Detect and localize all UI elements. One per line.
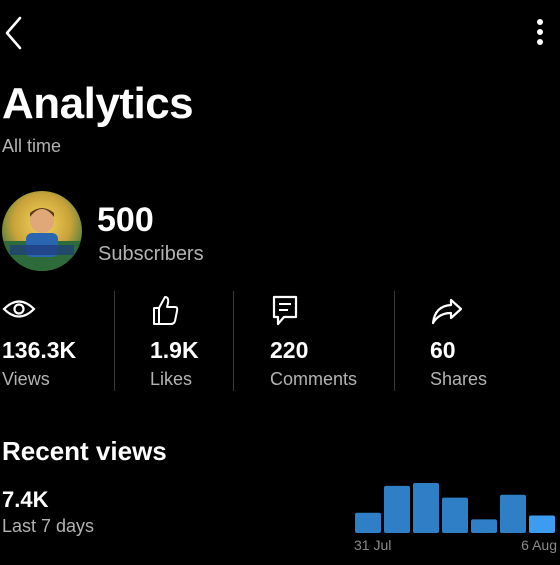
recent-views-value: 7.4K — [2, 487, 49, 512]
x-tick-label: 31 Jul — [354, 537, 391, 553]
thumbs-up-icon — [153, 296, 179, 325]
divider — [233, 291, 234, 391]
x-tick-label: 6 Aug — [521, 537, 557, 553]
channel-avatar[interactable] — [2, 191, 82, 271]
subscriber-label: Subscribers — [98, 243, 204, 265]
avatar-image — [2, 191, 82, 271]
divider — [394, 291, 395, 391]
chart-bar — [384, 485, 410, 533]
chart-bar — [442, 497, 468, 533]
likes-label: Likes — [150, 369, 193, 389]
subscriber-count: 500 — [97, 201, 154, 239]
shares-value: 60 — [430, 337, 456, 363]
time-range-label[interactable]: All time — [2, 136, 61, 157]
more-options-button[interactable] — [528, 18, 552, 48]
recent-views-title: Recent views — [2, 436, 167, 466]
views-label: Views — [2, 369, 50, 389]
chart-bar — [529, 515, 555, 533]
comments-value: 220 — [270, 337, 309, 363]
shares-label: Shares — [430, 369, 488, 389]
page-title: Analytics — [2, 79, 194, 128]
more-vertical-icon — [537, 19, 543, 45]
chart-bar — [355, 512, 381, 533]
back-button[interactable] — [2, 16, 26, 50]
chevron-left-icon — [5, 16, 22, 50]
chart-bar — [471, 519, 497, 533]
chart-bar — [413, 483, 439, 533]
recent-views-period: Last 7 days — [2, 516, 95, 536]
comment-icon — [272, 295, 298, 326]
divider — [114, 291, 115, 391]
chart-bar — [500, 494, 526, 533]
eye-icon — [2, 300, 36, 318]
comments-label: Comments — [270, 369, 358, 389]
likes-value: 1.9K — [150, 337, 199, 363]
recent-views-chart[interactable]: 31 Jul 6 Aug — [352, 478, 560, 560]
share-icon — [431, 298, 463, 325]
views-value: 136.3K — [2, 337, 77, 363]
